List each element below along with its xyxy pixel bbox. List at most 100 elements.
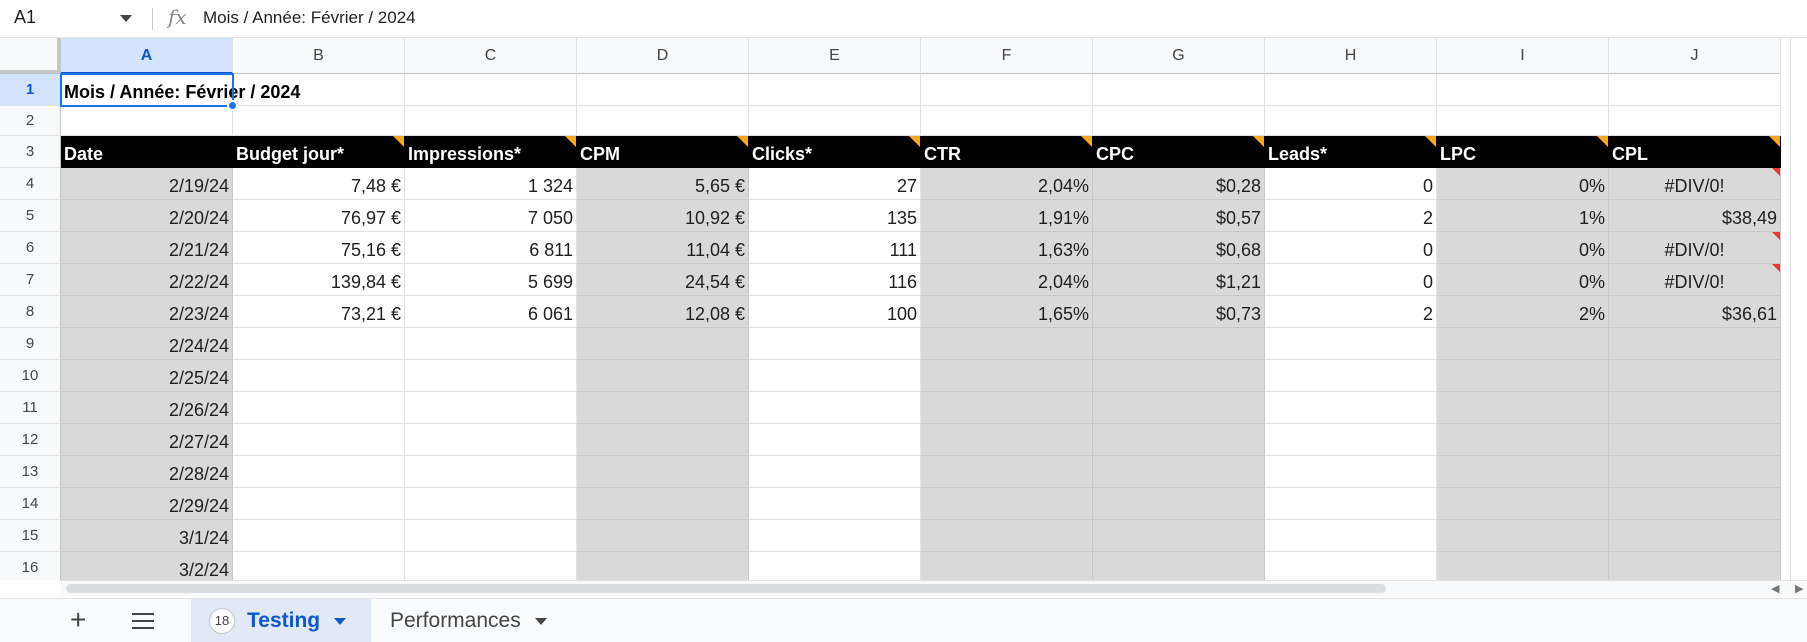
formula-input[interactable]: Mois / Année: Février / 2024 [203,8,416,28]
data-cell[interactable]: 1% [1437,200,1609,232]
data-cell[interactable] [1609,392,1781,424]
row-header-1[interactable]: 1 [0,74,61,106]
column-header-h[interactable]: H [1265,38,1437,74]
row-header-13[interactable]: 13 [0,456,61,488]
data-cell[interactable] [1093,456,1265,488]
data-cell[interactable] [921,488,1093,520]
data-cell[interactable] [1093,552,1265,580]
data-cell[interactable] [749,520,921,552]
data-cell[interactable]: #DIV/0! [1609,232,1781,264]
data-cell[interactable]: 24,54 € [577,264,749,296]
column-header-j[interactable]: J [1609,38,1781,74]
data-cell[interactable]: 2,04% [921,168,1093,200]
column-header-a[interactable]: A [61,38,233,74]
data-cell[interactable] [405,520,577,552]
data-cell[interactable]: 6 811 [405,232,577,264]
row-header-12[interactable]: 12 [0,424,61,456]
data-cell[interactable] [1093,360,1265,392]
data-cell[interactable]: $0,68 [1093,232,1265,264]
spreadsheet-grid[interactable]: A B C D E F G H I J 1 2 3 4 5 6 7 8 9 10 11 12 13 14 15 16 Mois / … [0,38,1807,580]
data-cell[interactable]: 2 [1265,200,1437,232]
row-header-15[interactable]: 15 [0,520,61,552]
data-cell[interactable] [1265,520,1437,552]
column-header-g[interactable]: G [1093,38,1265,74]
data-cell[interactable] [921,392,1093,424]
name-box[interactable]: A1 [0,0,140,38]
data-cell[interactable]: 2/19/24 [61,168,233,200]
row-header-4[interactable]: 4 [0,168,61,200]
column-title-cpc[interactable]: CPC [1093,136,1265,168]
grid-cell[interactable] [749,106,921,136]
hamburger-icon[interactable] [132,613,154,629]
select-all-corner[interactable] [0,38,61,74]
data-cell[interactable]: 2/21/24 [61,232,233,264]
data-cell[interactable]: 0% [1437,232,1609,264]
row-header-3[interactable]: 3 [0,136,61,168]
data-cell[interactable]: #DIV/0! [1609,168,1781,200]
data-cell[interactable] [577,552,749,580]
data-cell[interactable]: 76,97 € [233,200,405,232]
grid-cell[interactable] [1093,74,1265,106]
grid-cell[interactable] [921,74,1093,106]
data-cell[interactable] [233,456,405,488]
fill-handle[interactable] [227,100,238,111]
data-cell[interactable]: 1,65% [921,296,1093,328]
grid-cell[interactable] [921,106,1093,136]
data-cell[interactable]: 7 050 [405,200,577,232]
data-cell[interactable]: 111 [749,232,921,264]
data-cell[interactable] [1609,552,1781,580]
data-cell[interactable] [233,392,405,424]
column-title-lpc[interactable]: LPC [1437,136,1609,168]
chevron-down-icon[interactable] [334,617,347,625]
data-cell[interactable]: 2/23/24 [61,296,233,328]
data-cell[interactable] [921,456,1093,488]
data-cell[interactable] [405,488,577,520]
data-cell[interactable]: 12,08 € [577,296,749,328]
data-cell[interactable] [577,488,749,520]
grid-cell[interactable] [1609,106,1781,136]
data-cell[interactable] [233,520,405,552]
data-cell[interactable] [1093,392,1265,424]
data-cell[interactable]: 0 [1265,168,1437,200]
grid-cell[interactable] [577,74,749,106]
data-cell[interactable] [749,552,921,580]
data-cell[interactable] [921,328,1093,360]
data-cell[interactable] [1437,552,1609,580]
data-cell[interactable]: 1 324 [405,168,577,200]
data-cell[interactable] [921,360,1093,392]
data-cell[interactable] [1093,520,1265,552]
data-cell[interactable] [577,360,749,392]
data-cell[interactable]: 0 [1265,264,1437,296]
data-cell[interactable] [1437,520,1609,552]
data-cell[interactable]: 116 [749,264,921,296]
row-header-10[interactable]: 10 [0,360,61,392]
data-cell[interactable]: $0,28 [1093,168,1265,200]
column-title-clicks[interactable]: Clicks* [749,136,921,168]
data-cell[interactable] [577,520,749,552]
data-cell[interactable] [1265,424,1437,456]
grid-cell[interactable] [405,106,577,136]
data-cell[interactable] [1609,488,1781,520]
data-cell[interactable] [405,392,577,424]
column-title-budgetjour[interactable]: Budget jour* [233,136,405,168]
data-cell[interactable]: 2% [1437,296,1609,328]
row-header-14[interactable]: 14 [0,488,61,520]
row-header-16[interactable]: 16 [0,552,61,580]
data-cell[interactable] [749,424,921,456]
data-cell[interactable] [1609,360,1781,392]
data-cell[interactable] [749,456,921,488]
grid-cell[interactable] [233,74,405,106]
data-cell[interactable]: 10,92 € [577,200,749,232]
data-cell[interactable]: 2/20/24 [61,200,233,232]
data-cell[interactable] [921,552,1093,580]
data-cell[interactable]: 6 061 [405,296,577,328]
data-cell[interactable] [749,488,921,520]
row-header-7[interactable]: 7 [0,264,61,296]
grid-cell[interactable] [1265,106,1437,136]
data-cell[interactable] [1609,328,1781,360]
data-cell[interactable] [1265,456,1437,488]
column-header-b[interactable]: B [233,38,405,74]
data-cell[interactable] [405,456,577,488]
data-cell[interactable]: 5,65 € [577,168,749,200]
data-cell[interactable]: 5 699 [405,264,577,296]
